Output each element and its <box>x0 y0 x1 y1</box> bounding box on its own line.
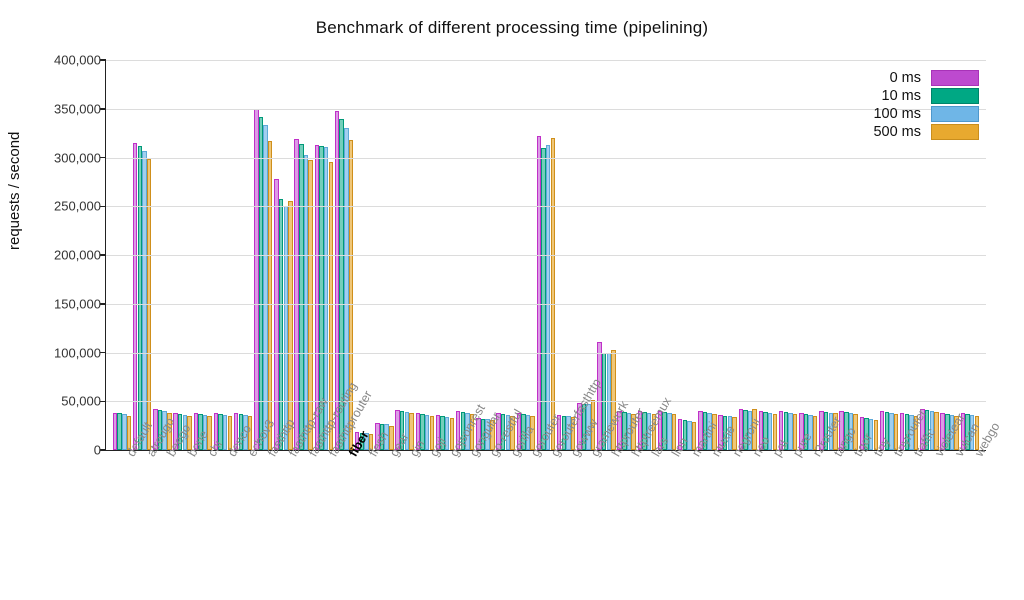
legend-item-10ms: 10 ms <box>819 88 979 104</box>
y-tick-label: 400,000 <box>21 53 101 68</box>
legend-item-100ms: 100 ms <box>819 106 979 122</box>
legend: 0 ms 10 ms 100 ms 500 ms <box>819 70 979 142</box>
legend-label: 10 ms <box>882 88 922 104</box>
y-tick-label: 50,000 <box>21 394 101 409</box>
gridline <box>106 60 986 61</box>
gridline <box>106 255 986 256</box>
y-tick-label: 350,000 <box>21 101 101 116</box>
bar <box>268 141 272 450</box>
gridline <box>106 304 986 305</box>
gridline <box>106 158 986 159</box>
y-tick-label: 0 <box>21 443 101 458</box>
y-tick-label: 150,000 <box>21 296 101 311</box>
bar <box>551 138 555 450</box>
legend-item-500ms: 500 ms <box>819 124 979 140</box>
y-tick-label: 100,000 <box>21 345 101 360</box>
legend-swatch-10ms <box>931 88 979 104</box>
chart-title: Benchmark of different processing time (… <box>0 18 1024 38</box>
y-tick-label: 200,000 <box>21 248 101 263</box>
legend-swatch-500ms <box>931 124 979 140</box>
gridline <box>106 401 986 402</box>
legend-swatch-100ms <box>931 106 979 122</box>
legend-label: 500 ms <box>873 124 921 140</box>
legend-label: 100 ms <box>873 106 921 122</box>
y-tick-label: 250,000 <box>21 199 101 214</box>
legend-item-0ms: 0 ms <box>819 70 979 86</box>
benchmark-chart: Benchmark of different processing time (… <box>0 0 1024 600</box>
gridline <box>106 206 986 207</box>
gridline <box>106 353 986 354</box>
legend-label: 0 ms <box>890 70 921 86</box>
legend-swatch-0ms <box>931 70 979 86</box>
y-tick-label: 300,000 <box>21 150 101 165</box>
bar <box>288 201 292 450</box>
